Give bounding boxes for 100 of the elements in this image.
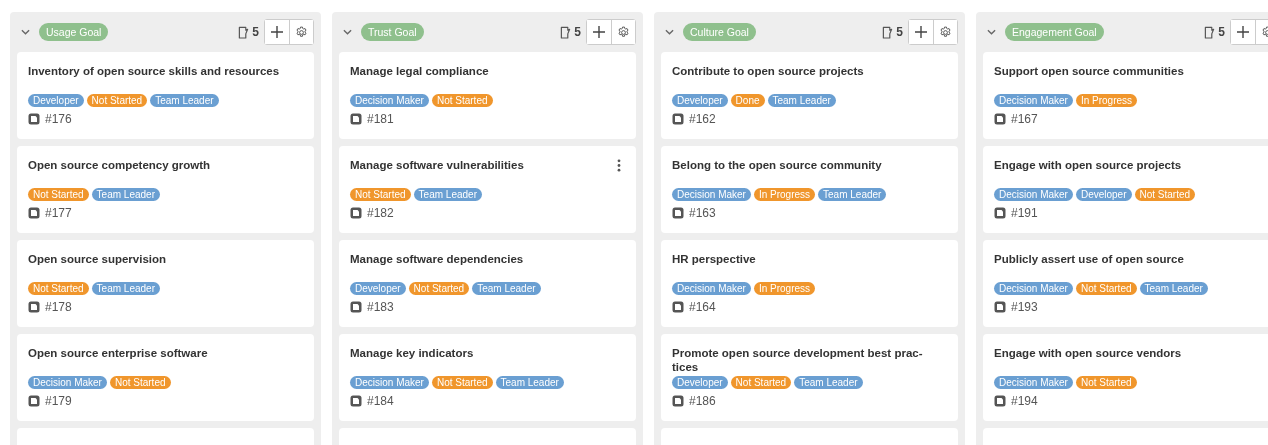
label-tag: In Progress xyxy=(1075,94,1138,107)
issue-number: #186 xyxy=(689,394,716,408)
label-tag: Decision Maker xyxy=(994,376,1073,389)
issue-card[interactable]: Promote open source development best prac- tices Developer Not Started Team Leader #186 xyxy=(661,334,958,421)
card-title: Inventory of open source skills and resources xyxy=(28,64,281,78)
settings-button[interactable] xyxy=(611,20,635,44)
label-tag: Decision Maker xyxy=(994,282,1073,295)
label-tag: Decision Maker xyxy=(28,376,107,389)
issue-icon xyxy=(994,113,1006,125)
issue-number: #162 xyxy=(689,112,716,126)
label-tag: Team Leader xyxy=(91,282,160,295)
label-tag: Not Started xyxy=(1134,188,1196,201)
settings-icon xyxy=(939,25,952,39)
issue-card[interactable]: Manage software vulnerabilities Not Started Team Leader #182 xyxy=(339,146,636,233)
label-tag: Team Leader xyxy=(91,188,160,201)
issue-card[interactable]: Manage key indicators Decision Maker Not Started Team Leader #184 xyxy=(339,334,636,421)
issue-icon xyxy=(672,301,684,313)
label-tag: Decision Maker xyxy=(672,282,751,295)
issue-card[interactable]: Publicly assert use of open source Decision Maker Not Started Team Leader #193 xyxy=(983,240,1268,327)
plus-icon xyxy=(1237,26,1249,38)
issue-card[interactable]: Manage legal compliance Decision Maker Not Started #181 xyxy=(339,52,636,139)
issue-icon xyxy=(28,113,40,125)
card-title: Open source competency growth xyxy=(28,158,212,172)
issue-card[interactable]: Open source competency growth Not Started Team Leader #177 xyxy=(17,146,314,233)
card-title: Engage with open source vendors xyxy=(994,346,1183,360)
label-tag: Decision Maker xyxy=(350,376,429,389)
label-tag: Done xyxy=(730,94,765,107)
more-options-icon[interactable] xyxy=(617,159,621,172)
issue-icon xyxy=(672,207,684,219)
chevron-icon[interactable] xyxy=(987,29,996,35)
column-label: Culture Goal xyxy=(683,23,756,41)
card-count-icon xyxy=(560,25,572,39)
label-tag: Team Leader xyxy=(818,188,887,201)
settings-button[interactable] xyxy=(933,20,957,44)
card-title: Publicly assert use of open source xyxy=(994,252,1185,266)
label-tag: Not Started xyxy=(408,282,470,295)
plus-icon xyxy=(915,26,927,38)
chevron-icon[interactable] xyxy=(343,29,352,35)
issue-number: #163 xyxy=(689,206,716,220)
column-label: Usage Goal xyxy=(39,23,109,41)
label-tag: Developer xyxy=(1075,188,1132,201)
issue-number: #179 xyxy=(45,394,72,408)
settings-button[interactable] xyxy=(289,20,313,44)
issue-number: #193 xyxy=(1011,300,1038,314)
label-tag: Not Started xyxy=(86,94,148,107)
card-title: Manage software vulnerabilities xyxy=(350,158,525,172)
issue-card[interactable]: Inventory of open source skills and resources Developer Not Started Team Leader #176 xyxy=(17,52,314,139)
card-title: Contribute to open source projects xyxy=(672,64,865,78)
issue-card[interactable]: Engage with open source vendors Decision Maker Not Started #194 xyxy=(983,334,1268,421)
label-tag: Not Started xyxy=(730,376,792,389)
label-tag: Developer xyxy=(672,94,728,107)
label-tag: Not Started xyxy=(28,188,89,201)
card-count: 5 xyxy=(252,25,259,39)
issue-icon xyxy=(28,395,40,407)
label-tag: Developer xyxy=(28,94,84,107)
card-count: 5 xyxy=(574,25,581,39)
issue-icon xyxy=(994,301,1006,313)
plus-icon xyxy=(593,26,605,38)
column-label: Trust Goal xyxy=(361,23,424,41)
issue-icon xyxy=(672,113,684,125)
card-title: Manage key indicators xyxy=(350,346,475,360)
issue-number: #191 xyxy=(1011,206,1038,220)
issue-number: #184 xyxy=(367,394,394,408)
issue-card[interactable]: Belong to the open source community Decision Maker In Progress Team Leader #163 xyxy=(661,146,958,233)
label-tag: Not Started xyxy=(431,376,493,389)
issue-number: #164 xyxy=(689,300,716,314)
issue-card[interactable]: Open source supervision Not Started Team Leader #178 xyxy=(17,240,314,327)
card-title: Promote open source development best prac- tices xyxy=(672,346,924,374)
chevron-icon[interactable] xyxy=(665,29,674,35)
plus-icon xyxy=(271,26,283,38)
label-tag: Team Leader xyxy=(794,376,863,389)
label-tag: Not Started xyxy=(28,282,89,295)
label-tag: In Progress xyxy=(753,188,816,201)
card-title: Engage with open source projects xyxy=(994,158,1183,172)
issue-icon xyxy=(350,395,362,407)
issue-card[interactable]: Manage software dependencies Developer Not Started Team Leader #183 xyxy=(339,240,636,327)
label-tag: Not Started xyxy=(109,376,171,389)
label-tag: Decision Maker xyxy=(672,188,751,201)
card-title: Manage software dependencies xyxy=(350,252,525,266)
issue-number: #177 xyxy=(45,206,72,220)
card-count-icon xyxy=(882,25,894,39)
chevron-icon[interactable] xyxy=(21,29,30,35)
label-tag: Team Leader xyxy=(413,188,482,201)
issue-number: #194 xyxy=(1011,394,1038,408)
issue-card[interactable]: Contribute to open source projects Developer Done Team Leader #162 xyxy=(661,52,958,139)
issue-icon xyxy=(350,113,362,125)
label-tag: Team Leader xyxy=(495,376,564,389)
card-count: 5 xyxy=(1218,25,1225,39)
issue-number: #183 xyxy=(367,300,394,314)
issue-card[interactable]: Open source enterprise software Decision Maker Not Started #179 xyxy=(17,334,314,421)
issue-card[interactable]: Support open source communities Decision Maker In Progress #167 xyxy=(983,52,1268,139)
issue-card[interactable]: Engage with open source projects Decision Maker Developer Not Started #191 xyxy=(983,146,1268,233)
label-tag: Team Leader xyxy=(472,282,541,295)
issue-icon xyxy=(28,207,40,219)
card-title: Support open source communities xyxy=(994,64,1185,78)
issue-card[interactable]: HR perspective Decision Maker In Progress #164 xyxy=(661,240,958,327)
issue-icon xyxy=(28,301,40,313)
issue-icon xyxy=(350,301,362,313)
label-tag: Team Leader xyxy=(1139,282,1208,295)
issue-number: #182 xyxy=(367,206,394,220)
